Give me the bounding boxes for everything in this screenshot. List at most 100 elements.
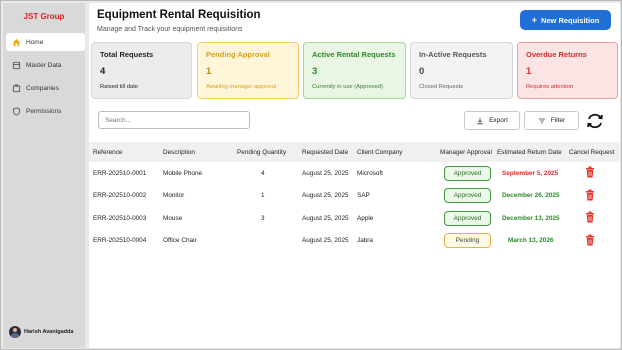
card-subtext: Closed Requests [419,84,464,90]
page-title: Equipment Rental Requisition [97,9,261,21]
card-overdue-returns: Overdue Returns 1 Requires attention [517,42,618,99]
table-header: Reference Description Pending Quantity R… [89,142,620,162]
card-value: 1 [206,66,212,77]
card-active-rental-requests: Active Rental Requests 3 Currently in us… [303,42,406,99]
card-subtext: Requires attention [526,84,574,90]
card-subtext: Currently in use (Approved) [312,84,383,90]
search-input[interactable]: Search... [98,111,250,129]
card-label: In-Active Requests [419,50,487,59]
col-header-reference[interactable]: Reference [93,149,123,156]
trash-icon[interactable] [585,166,595,180]
table-row[interactable]: ERR-202510-0002 Monitor 1 August 25, 202… [89,185,620,208]
cell-client-company: Jabra [357,237,373,245]
home-icon [12,38,21,47]
sidebar-item-label: Permissions [26,107,62,115]
col-header-description[interactable]: Description [163,149,195,156]
shield-icon [12,106,21,116]
sidebar-item-companies[interactable]: Companies [6,79,85,97]
avatar [9,326,21,338]
export-button[interactable]: Export [464,111,520,130]
col-header-manager-approval[interactable]: Manager Approval [440,149,492,156]
status-badge[interactable]: Approved [444,165,491,181]
building-icon [12,84,21,93]
cell-pending-quantity: 3 [261,214,265,222]
new-requisition-button[interactable]: + New Requisition [520,10,611,30]
cell-description: Monitor [163,192,185,200]
col-header-requested-date[interactable]: Requested Date [302,149,348,156]
status-badge[interactable]: Approved [444,210,491,226]
sidebar-item-label: Master Data [26,61,62,69]
card-inactive-requests: In-Active Requests 0 Closed Requests [410,42,513,99]
cell-description: Mouse [163,214,183,222]
card-value: 4 [100,66,106,77]
search-placeholder: Search... [105,116,132,124]
cell-description: Office Chair [163,237,197,245]
card-value: 1 [526,66,532,77]
card-subtext: Raised till date [100,84,139,90]
filter-label: Filter [550,117,566,124]
col-header-cancel-request[interactable]: Cancel Request [569,149,614,156]
app-window: JST Group Home Master Data Companies Per… [0,0,622,350]
sidebar-nav: Home Master Data Companies Permissions [6,33,85,125]
card-value: 0 [419,66,425,77]
cell-requested-date: August 25, 2025 [302,237,349,245]
requisitions-table: Reference Description Pending Quantity R… [89,142,620,252]
table-row[interactable]: ERR-202510-0004 Office Chair August 25, … [89,230,620,253]
main-panel: Equipment Rental Requisition Manage and … [89,3,620,348]
summary-cards: Total Requests 4 Raised till date Pendin… [91,42,618,99]
cell-requested-date: August 25, 2025 [302,192,349,200]
cell-description: Mobile Phone [163,169,203,177]
refresh-icon[interactable] [584,111,606,131]
database-icon [12,61,21,70]
export-label: Export [489,117,508,124]
trash-icon[interactable] [585,189,595,203]
card-total-requests: Total Requests 4 Raised till date [91,42,192,99]
cell-return-date: December 26, 2025 [502,192,560,200]
sidebar: JST Group Home Master Data Companies Per… [3,3,85,348]
card-pending-approval: Pending Approval 1 Awaiting manager appr… [197,42,299,99]
card-label: Total Requests [100,50,154,59]
status-badge[interactable]: Approved [444,188,491,204]
cell-reference: ERR-202510-0001 [93,169,147,177]
filter-icon [538,117,546,125]
sidebar-item-label: Home [26,38,44,46]
cell-pending-quantity: 1 [261,192,265,200]
cell-reference: ERR-202510-0002 [93,192,147,200]
status-badge[interactable]: Pending [444,233,491,249]
user-profile[interactable]: Harish Avanigadda [9,326,73,338]
cell-requested-date: August 25, 2025 [302,169,349,177]
cell-reference: ERR-202510-0003 [93,214,147,222]
cell-reference: ERR-202510-0004 [93,237,147,245]
cell-return-date: December 13, 2025 [502,214,560,222]
col-header-pending-quantity[interactable]: Pending Quantity [237,149,286,156]
col-header-client-company[interactable]: Client Company [357,149,402,156]
card-subtext: Awaiting manager approval [206,84,277,90]
sidebar-item-label: Companies [26,84,59,92]
filter-button[interactable]: Filter [524,111,579,130]
plus-icon: + [531,15,537,25]
cell-requested-date: August 25, 2025 [302,214,349,222]
cell-pending-quantity: 4 [261,169,265,177]
page-subtitle: Manage and Track your equipment requisit… [97,26,243,33]
card-value: 3 [312,66,318,77]
trash-icon[interactable] [585,234,595,248]
table-row[interactable]: ERR-202510-0001 Mobile Phone 4 August 25… [89,162,620,185]
col-header-estimated-return-date[interactable]: Estimated Return Date [497,149,562,156]
new-requisition-label: New Requisition [540,15,600,25]
card-label: Active Rental Requests [312,50,396,59]
cell-client-company: Microsoft [357,169,383,177]
brand-logo: JST Group [23,12,65,21]
table-row[interactable]: ERR-202510-0003 Mouse 3 August 25, 2025 … [89,207,620,230]
cell-return-date: March 13, 2026 [508,237,554,245]
card-label: Overdue Returns [526,50,587,59]
cell-client-company: SAP [357,192,370,200]
download-icon [476,117,484,125]
cell-client-company: Apple [357,214,374,222]
sidebar-item-master-data[interactable]: Master Data [6,56,85,74]
user-name: Harish Avanigadda [24,329,74,335]
card-label: Pending Approval [206,50,270,59]
sidebar-item-permissions[interactable]: Permissions [6,102,85,120]
cell-return-date: September 5, 2025 [502,169,559,177]
trash-icon[interactable] [585,211,595,225]
sidebar-item-home[interactable]: Home [6,33,85,51]
